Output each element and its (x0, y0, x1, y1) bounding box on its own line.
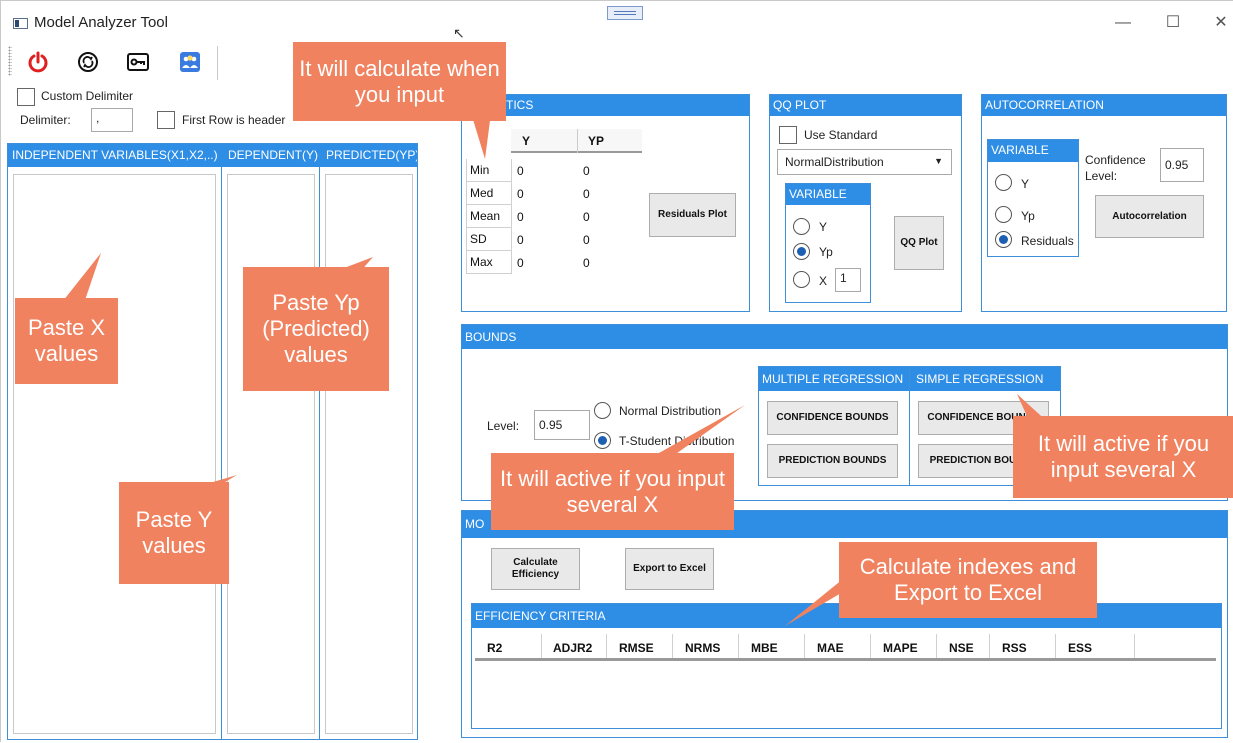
callout-paste-y: Paste Y values (119, 482, 229, 584)
callout-paste-yp: Paste Yp (Predicted) values (243, 267, 389, 391)
callout-active-several-x-simple: It will active if you input several X (1013, 416, 1233, 498)
callout-calculate-indexes: Calculate indexes and Export to Excel (839, 542, 1097, 618)
callout-paste-x: Paste X values (15, 298, 118, 384)
callout-pointers (59, 113, 1051, 626)
app-window: Model Analyzer Tool ↖ — ☐ ✕ Custom Delim… (0, 0, 1233, 742)
callout-calculate-on-input: It will calculate when you input (293, 42, 506, 121)
callout-active-several-x-multiple: It will active if you input several X (491, 453, 734, 530)
